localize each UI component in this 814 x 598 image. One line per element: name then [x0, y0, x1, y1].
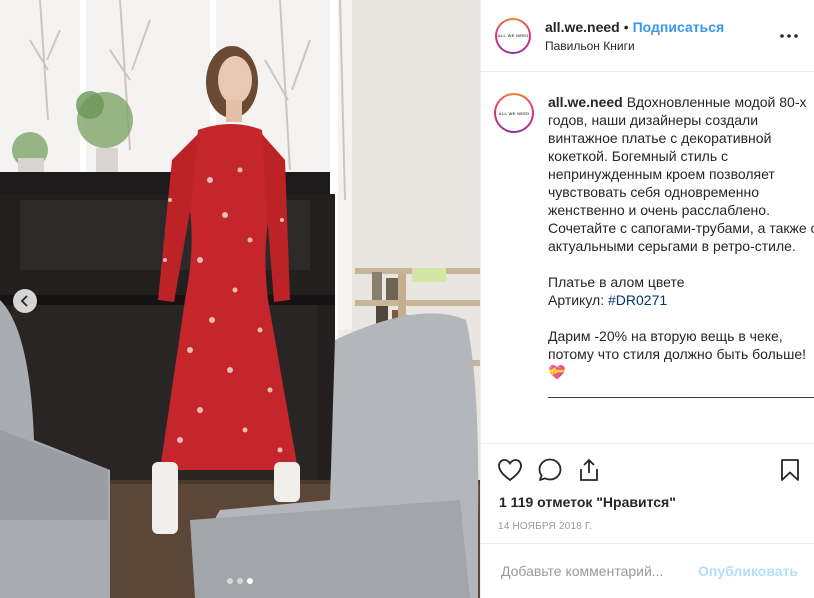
post-date[interactable]: 14 ноября 2018 г.: [498, 521, 592, 532]
avatar-logo-text: ALL WE NEED: [498, 110, 530, 116]
comment-input[interactable]: [499, 562, 699, 580]
share-button[interactable]: [577, 450, 617, 490]
carousel-dots: [0, 578, 480, 584]
post-image: [0, 0, 480, 598]
avatar-inner: ALL WE NEED: [497, 19, 529, 52]
username-link[interactable]: all.we.need: [545, 19, 620, 35]
share-icon: [580, 458, 598, 481]
carousel-dot: [227, 578, 233, 584]
publish-button[interactable]: Опубликовать: [698, 563, 798, 579]
separator-bullet: •: [623, 19, 629, 35]
more-options-button[interactable]: [774, 33, 798, 38]
caption: ALL WE NEED all.we.need Вдохновленные мод…: [481, 73, 814, 399]
caption-username-link[interactable]: all.we.need: [548, 94, 623, 110]
post-dialog: ALL WE NEED all.we.need • Подписаться Пави…: [0, 0, 814, 598]
avatar[interactable]: ALL WE NEED: [495, 17, 531, 54]
caption-text: all.we.need Вдохновленные модой 80-х годо…: [548, 93, 814, 399]
caption-paragraph-1: Вдохновленные модой 80-х годов, наши диз…: [548, 94, 814, 254]
caption-sku-label: Артикул:: [548, 292, 605, 308]
comment-icon: [538, 458, 562, 481]
post-header: ALL WE NEED all.we.need • Подписаться Пави…: [481, 0, 814, 72]
comment-button[interactable]: [537, 450, 577, 490]
action-bar: [481, 443, 814, 495]
location-link[interactable]: Павильон Книги: [545, 39, 774, 53]
caption-divider: ___________________________________: [548, 382, 814, 398]
comment-bar: Опубликовать: [481, 543, 814, 598]
post-sidebar: ALL WE NEED all.we.need • Подписаться Пави…: [480, 0, 814, 598]
heart-icon: [498, 458, 522, 481]
caption-avatar[interactable]: ALL WE NEED: [494, 93, 534, 133]
carousel-prev-button[interactable]: [13, 289, 37, 313]
caption-paragraph-3: Дарим -20% на вторую вещь в чеке, потому…: [548, 328, 807, 380]
comments-section[interactable]: ALL WE NEED all.we.need Вдохновленные мод…: [481, 73, 814, 437]
caption-paragraph-2: Платье в алом цвете: [548, 274, 685, 290]
header-top-line: all.we.need • Подписаться: [545, 18, 774, 36]
likes-count[interactable]: 1 119 отметок "Нравится": [499, 494, 676, 510]
caption-avatar-inner: ALL WE NEED: [496, 95, 532, 131]
chevron-left-icon: [20, 295, 28, 307]
bookmark-icon: [781, 458, 799, 481]
save-button[interactable]: [760, 450, 800, 490]
post-photo[interactable]: [0, 0, 480, 598]
follow-button[interactable]: Подписаться: [633, 19, 725, 35]
header-text: all.we.need • Подписаться Павильон Книги: [545, 18, 774, 53]
carousel-dot-active: [247, 578, 253, 584]
carousel-dot: [237, 578, 243, 584]
avatar-logo-text: ALL WE NEED: [497, 33, 529, 38]
hashtag-link[interactable]: #DR0271: [608, 292, 667, 308]
more-horizontal-icon: [780, 33, 798, 38]
like-button[interactable]: [497, 450, 537, 490]
